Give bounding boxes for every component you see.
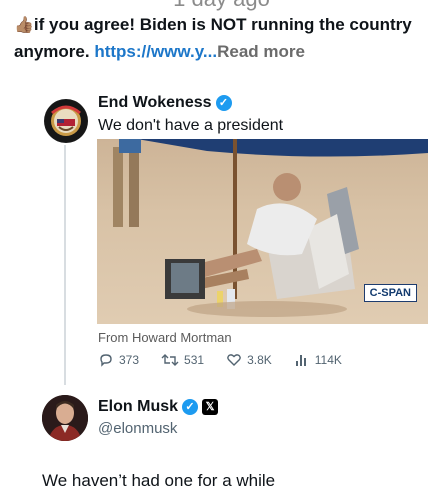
verified-badge-icon: ✓ (215, 95, 232, 111)
end-wokeness-avatar[interactable] (44, 99, 88, 143)
verified-badge-icon: ✓ (182, 399, 199, 415)
thread-connector-line (64, 145, 66, 385)
reply-author[interactable]: Elon Musk ✓ 𝕏 (98, 398, 219, 416)
quoted-author[interactable]: End Wokeness ✓ (98, 94, 232, 112)
heart-icon (227, 354, 241, 366)
repost-icon (161, 354, 179, 366)
quoted-post-text: We don't have a president (98, 117, 284, 134)
reply-icon (100, 354, 112, 367)
media-source[interactable]: From Howard Mortman (98, 330, 232, 345)
reply-count: 373 (119, 353, 140, 367)
quoted-author-name[interactable]: End Wokeness (98, 94, 212, 112)
x-affiliation-icon: 𝕏 (202, 399, 219, 415)
engagement-bar: 373 531 3.8K 114K (98, 352, 342, 368)
like-count: 3.8K (247, 353, 272, 367)
reply-text: We haven’t had one for a while (42, 471, 276, 490)
repost-stat[interactable]: 531 (161, 352, 204, 368)
emblem-icon (45, 100, 87, 142)
thumbs-up-emoji: 👍🏽 (14, 17, 34, 34)
views-stat[interactable]: 114K (294, 352, 342, 368)
cspan-watermark: C-SPAN (363, 284, 417, 302)
post-media-image[interactable]: C-SPAN (97, 139, 428, 324)
profile-photo-icon (42, 395, 88, 441)
reply-stat[interactable]: 373 (98, 352, 139, 368)
headline-link[interactable]: https://www.y... (94, 42, 217, 61)
reply-author-name[interactable]: Elon Musk (98, 398, 178, 416)
views-chart-icon (295, 355, 306, 366)
read-more-link[interactable]: Read more (217, 42, 305, 61)
like-stat[interactable]: 3.8K (226, 352, 272, 368)
post-headline: 👍🏽if you agree! Biden is NOT running the… (14, 12, 434, 65)
truncated-timestamp: 1 day ago (0, 0, 443, 12)
repost-count: 531 (184, 353, 205, 367)
views-count: 114K (314, 353, 342, 367)
reply-author-handle[interactable]: @elonmusk (98, 420, 177, 437)
elon-musk-avatar[interactable] (42, 395, 88, 441)
